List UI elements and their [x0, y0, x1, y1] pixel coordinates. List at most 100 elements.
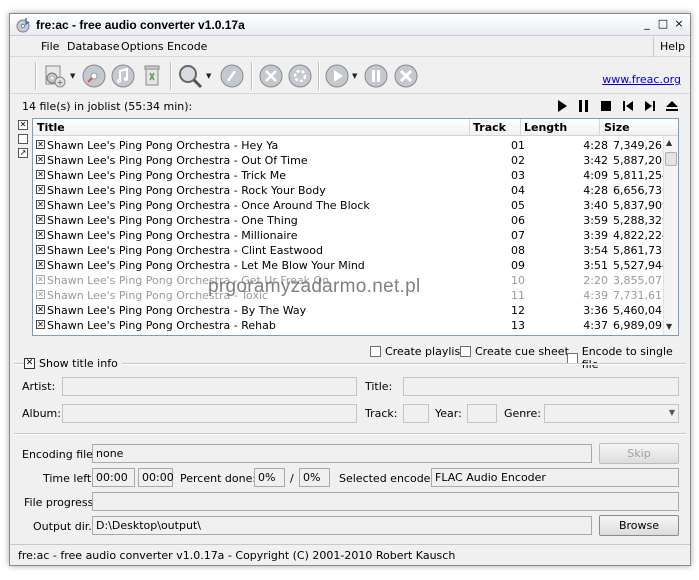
app-logo-icon	[16, 18, 30, 33]
time-left-value: 00:00	[92, 468, 135, 487]
table-row[interactable]: ✕ Shawn Lee's Ping Pong Orchestra - Out O…	[33, 153, 669, 168]
checkbox-box[interactable]	[370, 346, 381, 357]
checkbox-box[interactable]: ✕	[24, 358, 35, 369]
select-all-icon[interactable]: ✕	[18, 120, 28, 130]
search-dropdown-icon[interactable]: ▼	[206, 72, 211, 80]
album-input[interactable]	[62, 404, 357, 423]
joblist-info: 14 file(s) in joblist (55:34 min):	[22, 100, 193, 113]
row-title: Shawn Lee's Ping Pong Orchestra - Rehab	[47, 319, 276, 332]
year-input[interactable]	[467, 404, 497, 423]
create-cue-label: Create cue sheet	[475, 345, 569, 358]
row-checkbox[interactable]: ✕	[36, 275, 45, 284]
checkbox-box[interactable]	[567, 352, 578, 364]
create-cue-checkbox[interactable]: Create cue sheet	[460, 345, 569, 358]
row-checkbox[interactable]: ✕	[36, 155, 45, 164]
genre-select[interactable]: ▼	[544, 404, 679, 423]
row-checkbox[interactable]: ✕	[36, 215, 45, 224]
website-link[interactable]: www.freac.org	[602, 73, 681, 86]
minimize-button[interactable]: _	[640, 17, 654, 31]
row-track: 08	[511, 244, 525, 257]
configure-icon[interactable]	[257, 62, 285, 90]
menu-file[interactable]: File	[41, 40, 59, 53]
close-button[interactable]: ×	[672, 17, 686, 31]
joblist-scrollbar[interactable]: ▲ ▼	[663, 136, 678, 335]
encode-single-checkbox[interactable]: Encode to single file	[567, 345, 690, 371]
column-separator[interactable]	[469, 119, 470, 136]
play-icon[interactable]	[555, 99, 569, 113]
row-title: Shawn Lee's Ping Pong Orchestra - By The…	[47, 304, 307, 317]
table-row[interactable]: ✕ Shawn Lee's Ping Pong Orchestra - Let M…	[33, 258, 669, 273]
add-files-dropdown-icon[interactable]: ▼	[70, 72, 75, 80]
row-size: 5,460,047	[613, 304, 669, 317]
browse-button[interactable]: Browse	[599, 515, 679, 536]
column-track[interactable]: Track	[473, 121, 506, 138]
gear-icon[interactable]	[286, 62, 314, 90]
table-row[interactable]: ✕ Shawn Lee's Ping Pong Orchestra - Hey Y…	[33, 138, 669, 153]
skip-button[interactable]: Skip	[599, 443, 679, 464]
table-row[interactable]: ✕ Shawn Lee's Ping Pong Orchestra - Trick…	[33, 168, 669, 183]
column-size[interactable]: Size	[604, 121, 630, 138]
row-title: Shawn Lee's Ping Pong Orchestra - Out Of…	[47, 154, 308, 167]
eject-icon[interactable]	[665, 99, 679, 113]
scroll-down-icon[interactable]: ▼	[666, 322, 672, 331]
row-checkbox[interactable]: ✕	[36, 260, 45, 269]
joblist[interactable]: Title Track Length Size ✕ Shawn Lee's Pin…	[32, 118, 679, 336]
select-none-icon[interactable]	[18, 134, 28, 144]
start-encoding-icon[interactable]	[323, 62, 351, 90]
row-checkbox[interactable]: ✕	[36, 185, 45, 194]
stop-icon[interactable]	[392, 62, 420, 90]
artist-label: Artist:	[22, 380, 56, 393]
percent-separator: /	[290, 472, 294, 485]
pause-icon[interactable]	[362, 62, 390, 90]
row-checkbox[interactable]: ✕	[36, 245, 45, 254]
table-row[interactable]: ✕ Shawn Lee's Ping Pong Orchestra - Rehab…	[33, 318, 669, 333]
table-row[interactable]: ✕ Shawn Lee's Ping Pong Orchestra - Milli…	[33, 228, 669, 243]
submit-cddb-icon[interactable]	[218, 62, 246, 90]
search-icon[interactable]	[176, 62, 204, 90]
output-dir-input[interactable]: D:\Desktop\output\	[92, 516, 592, 535]
column-title[interactable]: Title	[37, 121, 65, 138]
menu-encode[interactable]: Encode	[167, 40, 207, 53]
show-title-info-checkbox[interactable]: ✕ Show title info	[24, 357, 122, 370]
row-checkbox[interactable]: ✕	[36, 230, 45, 239]
checkbox-box[interactable]	[460, 346, 471, 357]
add-files-icon[interactable]: +	[40, 62, 68, 90]
cddb-query-icon[interactable]	[80, 62, 108, 90]
row-checkbox[interactable]: ✕	[36, 305, 45, 314]
row-track: 05	[511, 199, 525, 212]
menu-help[interactable]: Help	[660, 40, 685, 53]
scroll-up-icon[interactable]: ▲	[666, 138, 672, 147]
menu-database[interactable]: Database	[67, 40, 120, 53]
create-playlist-checkbox[interactable]: Create playlist	[370, 345, 465, 358]
maximize-button[interactable]: □	[656, 17, 670, 31]
title-bar[interactable]: fre:ac - free audio converter v1.0.17a _…	[10, 14, 690, 36]
table-row[interactable]: ✕ Shawn Lee's Ping Pong Orchestra - Clint…	[33, 243, 669, 258]
scrollbar-thumb[interactable]	[665, 152, 677, 166]
next-track-icon[interactable]	[643, 99, 657, 113]
previous-track-icon[interactable]	[621, 99, 635, 113]
artist-input[interactable]	[62, 377, 357, 396]
column-separator[interactable]	[599, 119, 600, 136]
music-note-icon[interactable]	[109, 62, 137, 90]
row-checkbox[interactable]: ✕	[36, 200, 45, 209]
selected-encoder-value[interactable]: FLAC Audio Encoder	[431, 468, 679, 487]
column-length[interactable]: Length	[524, 121, 567, 138]
chevron-down-icon[interactable]: ▼	[669, 408, 675, 417]
table-row[interactable]: ✕ Shawn Lee's Ping Pong Orchestra - One T…	[33, 213, 669, 228]
row-checkbox[interactable]: ✕	[36, 140, 45, 149]
pause-playback-icon[interactable]	[577, 99, 591, 113]
table-row[interactable]: ✕ Shawn Lee's Ping Pong Orchestra - Once …	[33, 198, 669, 213]
track-input[interactable]	[403, 404, 429, 423]
stop-playback-icon[interactable]	[599, 99, 613, 113]
row-checkbox[interactable]: ✕	[36, 170, 45, 179]
menu-options[interactable]: Options	[121, 40, 163, 53]
table-row[interactable]: ✕ Shawn Lee's Ping Pong Orchestra - By Th…	[33, 303, 669, 318]
row-checkbox[interactable]: ✕	[36, 290, 45, 299]
table-row[interactable]: ✕ Shawn Lee's Ping Pong Orchestra - Rock …	[33, 183, 669, 198]
remove-files-icon[interactable]	[138, 62, 166, 90]
toggle-selection-icon[interactable]: ↗	[18, 148, 28, 158]
row-checkbox[interactable]: ✕	[36, 320, 45, 329]
column-separator[interactable]	[520, 119, 521, 136]
title-input[interactable]	[403, 377, 679, 396]
start-dropdown-icon[interactable]: ▼	[352, 72, 357, 80]
